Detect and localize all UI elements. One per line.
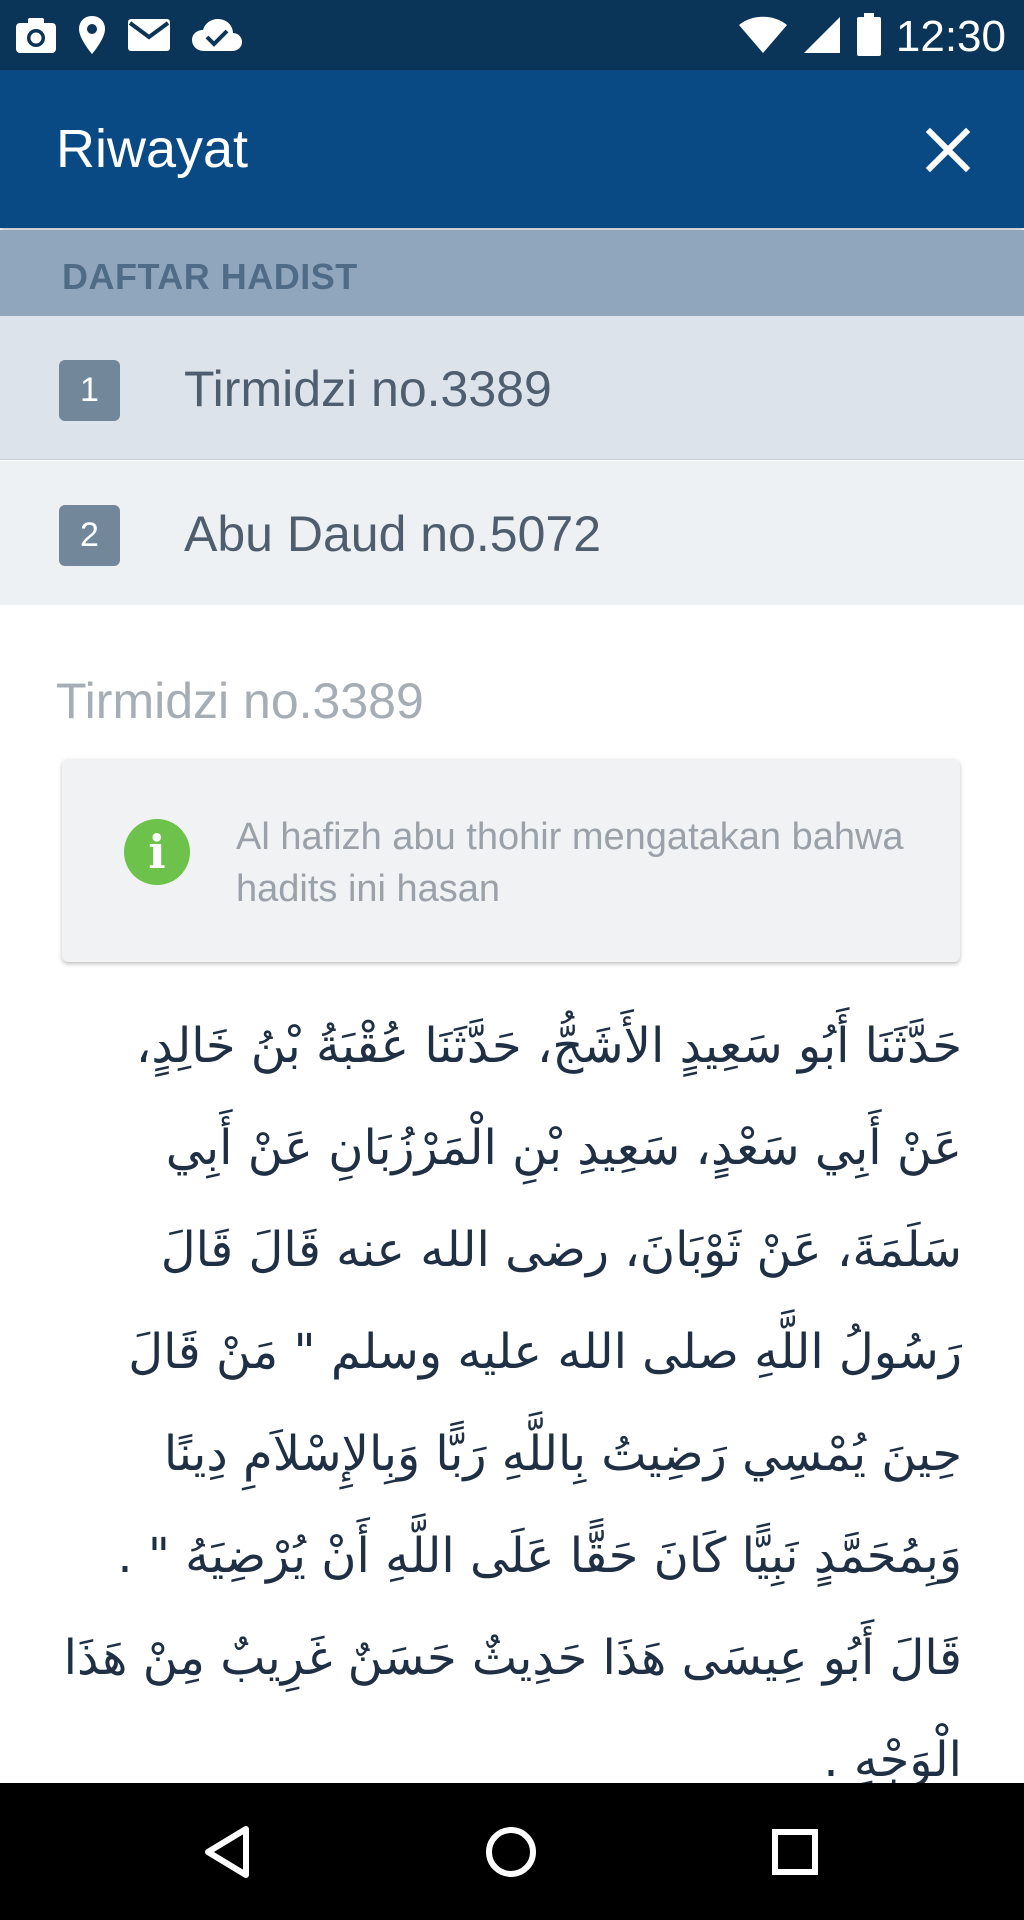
close-icon — [925, 127, 971, 173]
page-title: Riwayat — [56, 119, 249, 179]
notification-icons — [14, 14, 244, 61]
system-icons: 12:30 — [738, 12, 1006, 62]
recents-square-icon — [772, 1829, 818, 1875]
back-triangle-icon — [205, 1826, 249, 1878]
cloud-done-icon — [190, 17, 244, 58]
location-pin-icon — [76, 14, 108, 61]
camera-icon — [14, 15, 58, 60]
item-label: Tirmidzi no.3389 — [184, 361, 552, 417]
mail-icon — [126, 17, 172, 58]
item-number-badge: 2 — [59, 505, 120, 566]
hadith-arabic-text: حَدَّثَنَا أَبُو سَعِيدٍ الأَشَجُّ، حَدَ… — [63, 1018, 962, 1783]
navigation-bar — [0, 1783, 1024, 1920]
home-button[interactable] — [478, 1819, 544, 1885]
close-button[interactable] — [920, 122, 976, 178]
info-card: i Al hafizh abu thohir mengatakan bahwa … — [62, 759, 960, 962]
cell-signal-icon — [802, 15, 842, 60]
status-time: 12:30 — [895, 12, 1006, 61]
home-circle-icon — [486, 1827, 536, 1877]
screen: 12:30 Riwayat DAFTAR HADIST 1 Tirmidzi n… — [0, 0, 1024, 1920]
recents-button[interactable] — [762, 1819, 828, 1885]
section-header: DAFTAR HADIST — [0, 230, 1024, 316]
list-item-1[interactable]: 1 Tirmidzi no.3389 — [0, 316, 1024, 460]
battery-icon — [856, 12, 882, 62]
wifi-icon — [738, 15, 788, 60]
item-number-badge: 1 — [59, 360, 120, 421]
info-icon: i — [124, 819, 190, 885]
app-bar: Riwayat — [0, 70, 1024, 228]
item-label: Abu Daud no.5072 — [184, 506, 602, 562]
list-item-2[interactable]: 2 Abu Daud no.5072 — [0, 461, 1024, 605]
back-button[interactable] — [196, 1819, 262, 1885]
section-header-label: DAFTAR HADIST — [62, 256, 358, 297]
status-bar: 12:30 — [0, 0, 1024, 70]
info-text: Al hafizh abu thohir mengatakan bahwa ha… — [236, 816, 904, 910]
detail-title: Tirmidzi no.3389 — [56, 673, 424, 729]
